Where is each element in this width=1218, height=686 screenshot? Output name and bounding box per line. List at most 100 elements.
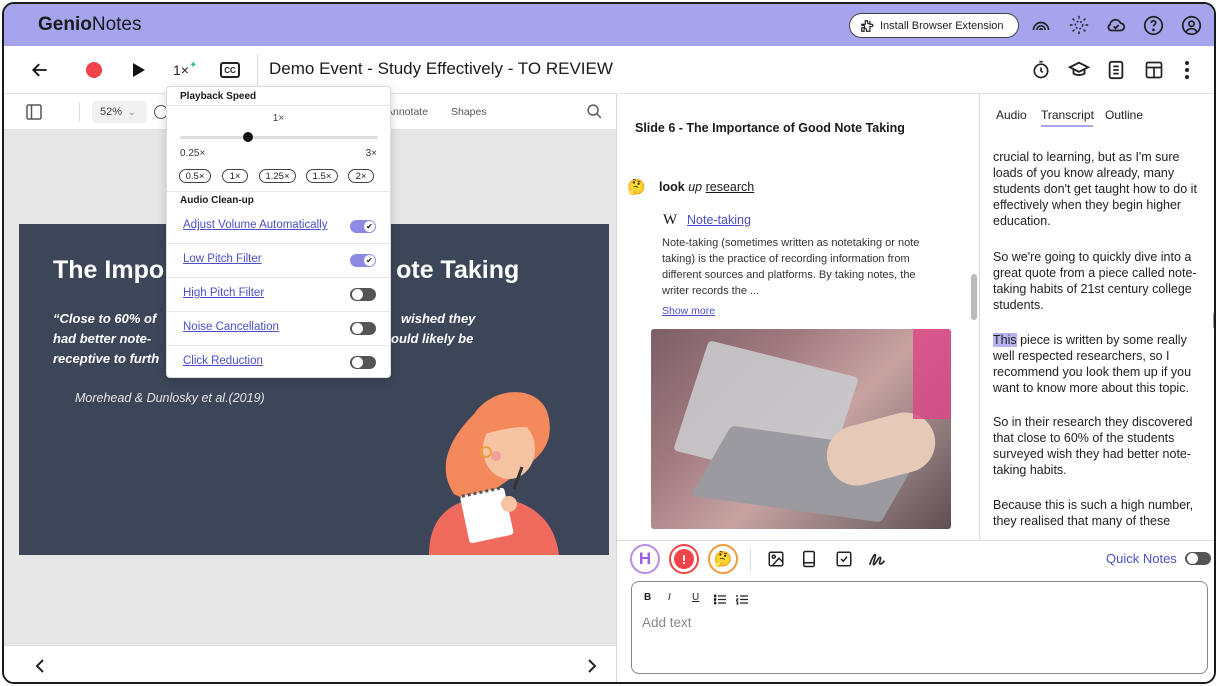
middle-scrollbar[interactable] <box>971 274 977 320</box>
sun-icon[interactable] <box>1067 13 1091 37</box>
toggle-knob: ✔ <box>364 255 375 266</box>
noise-cancellation-toggle[interactable] <box>350 322 376 335</box>
help-icon[interactable] <box>1141 13 1165 37</box>
option-adjust-volume[interactable]: Adjust Volume Automatically ✔ <box>167 210 390 244</box>
wiki-title-link[interactable]: Note-taking <box>687 213 751 227</box>
play-button[interactable] <box>132 58 146 82</box>
toggle-knob <box>1187 553 1198 564</box>
popup-divider <box>167 191 390 192</box>
underline-button[interactable]: U <box>692 592 699 603</box>
graduation-cap-icon[interactable] <box>1068 58 1090 82</box>
italic-button[interactable]: I <box>668 592 671 603</box>
tab-audio[interactable]: Audio <box>996 108 1027 122</box>
puzzle-icon <box>861 19 874 32</box>
document-icon[interactable] <box>1107 58 1125 82</box>
chevron-down-icon: ⌄ <box>128 106 136 117</box>
option-noise-cancellation[interactable]: Noise Cancellation <box>167 312 390 346</box>
toolbar-divider <box>257 54 258 86</box>
adjust-volume-toggle[interactable]: ✔ <box>350 220 376 233</box>
notes-divider <box>750 549 751 571</box>
layout-icon[interactable] <box>1144 58 1164 82</box>
toggle-knob <box>352 323 363 334</box>
sparkle-icon: ✦ <box>188 59 198 71</box>
speed-slider[interactable] <box>180 132 378 142</box>
option-click-reduction[interactable]: Click Reduction <box>167 346 390 380</box>
captions-button[interactable]: CC <box>220 58 240 82</box>
transcript-paragraph: Because this is such a high number, they… <box>993 498 1194 528</box>
cc-icon: CC <box>220 62 240 78</box>
zoom-select[interactable]: 52% ⌄ <box>92 101 147 123</box>
heading-button[interactable]: H <box>630 544 660 574</box>
low-pitch-toggle[interactable]: ✔ <box>350 254 376 267</box>
checkbox-icon[interactable] <box>835 550 853 573</box>
speed-preset-2[interactable]: 2× <box>348 169 374 183</box>
slide-quote-line: “Close to 60% of <box>53 311 157 326</box>
exclamation-icon: ! <box>674 549 694 569</box>
transcript-pane: Audio Transcript Outline crucial to lear… <box>979 94 1214 540</box>
research-link[interactable]: research <box>706 180 755 194</box>
important-button[interactable]: ! <box>669 544 699 574</box>
thinking-emoji-button[interactable]: 🤔 <box>708 544 738 574</box>
numbered-list-icon[interactable] <box>735 592 748 610</box>
show-more-link[interactable]: Show more <box>662 305 715 317</box>
slide-quote-line: receptive to furth <box>53 351 160 366</box>
speed-slider-thumb[interactable] <box>242 132 253 142</box>
tab-transcript[interactable]: Transcript <box>1041 108 1094 122</box>
quick-notes-label: Quick Notes <box>1106 551 1177 566</box>
slide-quote-line: ould likely be <box>391 331 474 346</box>
bullet-list-icon[interactable] <box>713 592 726 610</box>
speed-preset-1[interactable]: 1× <box>222 169 248 183</box>
thinking-emoji-icon: 🤔 <box>627 179 646 196</box>
more-options-icon[interactable] <box>1184 58 1190 82</box>
cloud-check-icon[interactable] <box>1104 13 1128 37</box>
playback-speed-popup: Playback Speed 1× 0.25× 3× 0.5× 1× 1.25×… <box>166 86 391 378</box>
click-reduction-toggle[interactable] <box>350 356 376 369</box>
image-icon[interactable] <box>767 550 785 573</box>
transcript-scrollbar[interactable] <box>1213 312 1214 329</box>
slide-nav-bar <box>4 645 616 682</box>
speed-preset-1-5[interactable]: 1.5× <box>306 169 338 183</box>
tab-shapes[interactable]: Shapes <box>451 106 487 118</box>
quick-notes-toggle[interactable] <box>1185 552 1211 565</box>
high-pitch-toggle[interactable] <box>350 288 376 301</box>
playback-speed-title: Playback Speed <box>180 91 257 102</box>
speed-min-label: 0.25× <box>180 148 206 159</box>
slide-citation: Morehead & Dunlosky et al.(2019) <box>75 391 265 405</box>
back-arrow-icon[interactable] <box>30 58 50 82</box>
rainbow-icon[interactable] <box>1029 13 1053 37</box>
transcript-paragraph: So in their research they discovered tha… <box>993 415 1193 477</box>
transcript-highlight: This <box>993 333 1017 347</box>
document-title[interactable]: Demo Event - Study Effectively - TO REVI… <box>269 59 613 79</box>
next-slide-icon[interactable] <box>586 658 598 679</box>
woman-illustration <box>429 392 559 555</box>
note-editor[interactable]: B I U Add text <box>631 581 1208 674</box>
previous-slide-icon[interactable] <box>34 658 46 679</box>
speed-preset-0-5[interactable]: 0.5× <box>179 169 211 183</box>
tablet-icon[interactable] <box>801 550 817 573</box>
slide-heading: Slide 6 - The Importance of Good Note Ta… <box>635 121 905 135</box>
transcript-paragraph: crucial to learning, but as I'm sure loa… <box>993 150 1197 228</box>
account-icon[interactable] <box>1179 13 1203 37</box>
search-icon[interactable] <box>586 103 603 125</box>
transcript-paragraph: This piece is written by some really wel… <box>993 333 1192 395</box>
record-button[interactable] <box>86 58 102 82</box>
playback-speed-button[interactable]: 1× ✦ <box>173 58 197 82</box>
lookup-note: look up research <box>659 180 755 194</box>
tab-annotate[interactable]: Annotate <box>386 106 428 118</box>
sidebar-toggle-icon[interactable] <box>26 104 42 125</box>
app-logo[interactable]: GenioNotes <box>38 14 141 36</box>
option-high-pitch-filter[interactable]: High Pitch Filter <box>167 278 390 312</box>
quick-notes-panel: H ! 🤔 Quick Notes B I U Add text <box>617 540 1214 682</box>
install-extension-button[interactable]: Install Browser Extension <box>849 13 1019 38</box>
transcript-paragraph: So we're going to quickly dive into a gr… <box>993 250 1197 312</box>
handwriting-icon[interactable] <box>867 550 887 573</box>
tab-outline[interactable]: Outline <box>1105 108 1143 122</box>
timer-icon[interactable] <box>1031 58 1051 82</box>
popup-divider <box>167 105 390 106</box>
slide-quote-line: wished they <box>401 311 476 326</box>
option-low-pitch-filter[interactable]: Low Pitch Filter ✔ <box>167 244 390 278</box>
wiki-summary: Note-taking (sometimes written as noteta… <box>662 237 920 297</box>
bold-button[interactable]: B <box>644 592 651 603</box>
speed-preset-1-25[interactable]: 1.25× <box>259 169 296 183</box>
laptop-photo <box>651 329 951 529</box>
